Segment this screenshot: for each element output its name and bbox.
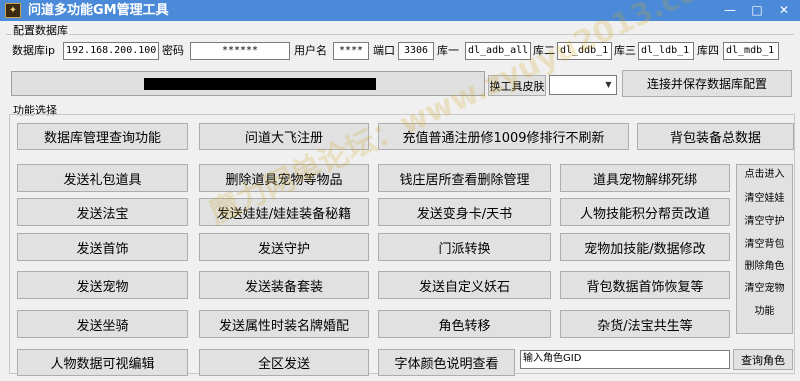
query-role-button[interactable]: 查询角色 <box>733 349 793 370</box>
side-item-delete-role: 删除角色 <box>744 261 785 272</box>
register-button[interactable]: 问道大飞注册 <box>199 123 369 150</box>
password-input[interactable]: ****** <box>190 42 290 60</box>
app-logo-icon: ✦ <box>5 3 21 18</box>
db-config-group-title: 配置数据库 <box>12 24 69 37</box>
change-skin-button[interactable]: 换工具皮肤 <box>488 75 546 96</box>
username-input[interactable]: **** <box>333 42 369 60</box>
side-item-clear-doll: 清空娃娃 <box>744 193 785 204</box>
clear-functions-panel[interactable]: 点击进入 清空娃娃 清空守护 清空背包 删除角色 清空宠物 功能 <box>736 164 793 334</box>
ip-input[interactable]: 192.168.200.100 <box>63 42 159 60</box>
send-equipment-set-button[interactable]: 发送装备套装 <box>199 271 369 299</box>
recharge-fix-button[interactable]: 充值普通注册修1009修排行不刷新 <box>378 123 629 150</box>
minimize-button[interactable]: — <box>722 3 738 17</box>
username-label: 用户名 <box>294 44 327 57</box>
skin-select[interactable]: ▼ <box>549 75 617 95</box>
send-jewelry-button[interactable]: 发送首饰 <box>17 233 188 261</box>
side-item-clear-pet: 清空宠物 <box>744 283 785 294</box>
chevron-down-icon: ▼ <box>605 80 612 89</box>
redacted-status-text <box>144 78 376 90</box>
pet-skill-button[interactable]: 宠物加技能/数据修改 <box>560 233 730 261</box>
side-item-clear-backpack: 清空背包 <box>744 239 785 250</box>
send-guardian-button[interactable]: 发送守护 <box>199 233 369 261</box>
backpack-total-button[interactable]: 背包装备总数据 <box>637 123 794 150</box>
bank-manage-button[interactable]: 钱庄居所查看删除管理 <box>378 164 551 192</box>
db3-input[interactable]: dl_ldb_1 <box>638 42 694 60</box>
connect-save-button[interactable]: 连接并保存数据库配置 <box>622 70 792 97</box>
send-pet-button[interactable]: 发送宠物 <box>17 271 188 299</box>
maximize-button[interactable]: □ <box>749 3 765 17</box>
misc-treasure-button[interactable]: 杂货/法宝共生等 <box>560 310 730 338</box>
delete-items-button[interactable]: 删除道具宠物等物品 <box>199 164 369 192</box>
role-transfer-button[interactable]: 角色转移 <box>378 310 551 338</box>
sect-change-button[interactable]: 门派转换 <box>378 233 551 261</box>
skill-points-button[interactable]: 人物技能积分帮贡改道 <box>560 198 730 226</box>
send-transform-card-button[interactable]: 发送变身卡/天书 <box>378 198 551 226</box>
db-query-button[interactable]: 数据库管理查询功能 <box>17 123 188 150</box>
broadcast-all-button[interactable]: 全区发送 <box>199 349 369 376</box>
title-bar: ✦ 问道多功能GM管理工具 — □ ✕ <box>0 0 800 21</box>
role-gid-input[interactable]: 输入角色GID <box>520 350 730 369</box>
db-config-divider <box>6 34 794 35</box>
send-custom-stone-button[interactable]: 发送自定义妖石 <box>378 271 551 299</box>
side-item-clear-guardian: 清空守护 <box>744 216 785 227</box>
backpack-restore-button[interactable]: 背包数据首饰恢复等 <box>560 271 730 299</box>
window-title: 问道多功能GM管理工具 <box>28 3 169 18</box>
send-mount-button[interactable]: 发送坐骑 <box>17 310 188 338</box>
db2-label: 库二 <box>533 44 555 57</box>
db2-input[interactable]: dl_ddb_1 <box>557 42 612 60</box>
port-label: 端口 <box>373 44 395 57</box>
send-fashion-button[interactable]: 发送属性时装名牌婚配 <box>199 310 369 338</box>
visual-edit-button[interactable]: 人物数据可视编辑 <box>17 349 188 376</box>
send-doll-button[interactable]: 发送娃娃/娃娃装备秘籍 <box>199 198 369 226</box>
db1-label: 库一 <box>437 44 459 57</box>
password-label: 密码 <box>162 44 184 57</box>
db3-label: 库三 <box>614 44 636 57</box>
connection-status-bar <box>11 71 485 96</box>
side-item-function: 功能 <box>754 306 775 317</box>
unbind-button[interactable]: 道具宠物解绑死绑 <box>560 164 730 192</box>
close-button[interactable]: ✕ <box>776 3 792 17</box>
side-item-enter: 点击进入 <box>744 169 785 180</box>
db4-input[interactable]: dl_mdb_1 <box>723 42 779 60</box>
send-gift-button[interactable]: 发送礼包道具 <box>17 164 188 192</box>
ip-label: 数据库ip <box>12 44 56 57</box>
send-treasure-button[interactable]: 发送法宝 <box>17 198 188 226</box>
db1-input[interactable]: dl_adb_all <box>465 42 531 60</box>
font-color-help-button[interactable]: 字体颜色说明查看 <box>378 349 515 376</box>
db4-label: 库四 <box>697 44 719 57</box>
port-input[interactable]: 3306 <box>398 42 434 60</box>
